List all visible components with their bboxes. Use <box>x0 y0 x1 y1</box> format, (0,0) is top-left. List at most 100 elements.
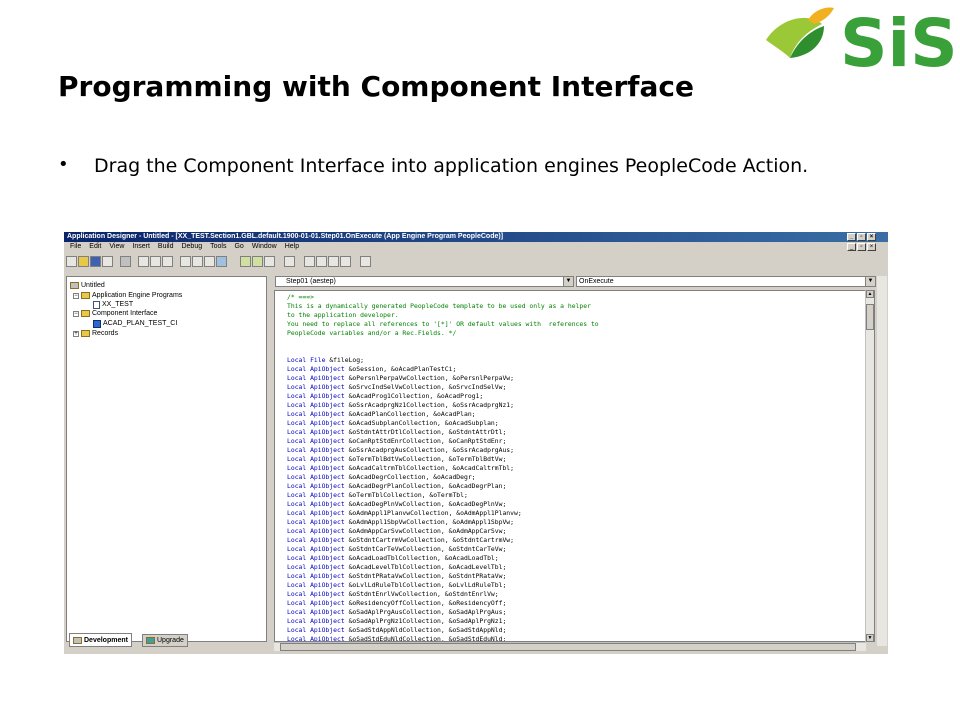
tree-item-acad-plan-test-ci[interactable]: ACAD_PLAN_TEST_CI <box>93 319 177 328</box>
tree-folder-ae-programs[interactable]: − Application Engine Programs <box>73 291 182 300</box>
code-decl-line: Local ApiObject &oSsrAcadprgNz1Collectio… <box>287 401 515 409</box>
code-decl-line: Local ApiObject &oSadAplPrgAusCollection… <box>287 608 507 616</box>
code-decl-line: Local ApiObject &oSadAplPrgNz1Collection… <box>287 617 507 625</box>
ae-program-icon <box>93 300 100 309</box>
scroll-thumb[interactable] <box>866 304 874 330</box>
scroll-up-icon[interactable]: ▲ <box>866 290 874 298</box>
menu-go[interactable]: Go <box>230 242 247 252</box>
code-decl-line: Local ApiObject &oAcadPlanCollection, &o… <box>287 410 476 418</box>
scroll-down-icon[interactable]: ▼ <box>866 634 874 642</box>
code-decl-line: Local ApiObject &oSadStdEduNldCollection… <box>287 635 507 642</box>
menu-edit[interactable]: Edit <box>85 242 105 252</box>
code-decl-line: Local ApiObject &oSession, &oAcadPlanTes… <box>287 365 457 373</box>
maximize-button[interactable]: ▫ <box>857 233 866 241</box>
editor-horizontal-scrollbar[interactable] <box>274 642 866 651</box>
event-select[interactable]: OnExecute ▼ <box>576 276 876 287</box>
collapse-icon[interactable]: − <box>73 292 79 299</box>
code-decl-line: Local ApiObject &oAcadDegPlnVwCollection… <box>287 500 507 508</box>
mdi-minimize-button[interactable]: _ <box>847 243 856 251</box>
lock-icon[interactable] <box>360 256 371 267</box>
step-icon-1[interactable] <box>304 256 315 267</box>
editor-vertical-scrollbar[interactable]: ▲ ▼ <box>865 290 874 642</box>
step-icon-3[interactable] <box>328 256 339 267</box>
menu-view[interactable]: View <box>105 242 128 252</box>
development-tab-icon <box>73 636 82 644</box>
validate-all-icon[interactable] <box>252 256 263 267</box>
tree-root[interactable]: Untitled <box>70 281 105 290</box>
new-icon[interactable] <box>66 256 77 267</box>
print-icon[interactable] <box>120 256 131 267</box>
tree-item-xx-test[interactable]: XX_TEST <box>93 300 133 309</box>
window-title: Application Designer - Untitled - [XX_TE… <box>67 233 504 240</box>
paste-icon[interactable] <box>162 256 173 267</box>
mdi-restore-button[interactable]: ▫ <box>857 243 866 251</box>
component-interface-icon <box>93 319 101 328</box>
sis-logo: SiS <box>766 5 958 76</box>
code-decl-line: Local ApiObject &oSrvcIndSelVwCollection… <box>287 383 507 391</box>
upgrade-tab-icon <box>146 637 155 644</box>
folder-icon <box>81 310 90 317</box>
code-decl-line: Local ApiObject &oLvlLdRuleTblCollection… <box>287 581 507 589</box>
menu-tools[interactable]: Tools <box>206 242 230 252</box>
tab-development[interactable]: Development <box>69 633 132 647</box>
project-workspace: Untitled − Application Engine Programs X… <box>66 276 267 642</box>
code-decl-line: Local ApiObject &oStdntCarTeVwCollection… <box>287 545 507 553</box>
peoplecode-editor[interactable]: /* ===> This is a dynamically generated … <box>274 290 875 642</box>
code-decl-line: Local ApiObject &oAdmAppl1PlanvwCollecti… <box>287 509 522 517</box>
code-comment-line: PeopleCode variables and/or a Rec.Fields… <box>287 329 457 337</box>
minimize-button[interactable]: _ <box>847 233 856 241</box>
step-select[interactable]: Step01 (aestep) ▼ <box>275 276 574 287</box>
copy-icon[interactable] <box>150 256 161 267</box>
window-vertical-scrollbar[interactable] <box>877 276 887 646</box>
code-decl-line: Local ApiObject &oAdmAppl1SbpVwCollectio… <box>287 518 515 526</box>
step-icon-4[interactable] <box>340 256 351 267</box>
insert-icon[interactable] <box>284 256 295 267</box>
slide-title: Programming with Component Interface <box>58 70 694 103</box>
menu-debug[interactable]: Debug <box>177 242 206 252</box>
open-icon[interactable] <box>78 256 89 267</box>
project-icon[interactable] <box>204 256 215 267</box>
step-icon-2[interactable] <box>316 256 327 267</box>
properties-icon[interactable] <box>192 256 203 267</box>
close-button[interactable]: × <box>867 233 876 241</box>
chevron-down-icon[interactable]: ▼ <box>865 277 875 286</box>
app-designer-window: Application Designer - Untitled - [XX_TE… <box>64 232 888 654</box>
code-decl-line: Local ApiObject &oAcadSubplanCollection,… <box>287 419 499 427</box>
find-icon[interactable] <box>180 256 191 267</box>
expand-icon[interactable]: + <box>73 330 79 337</box>
code-decl-line: Local ApiObject &oStdntEnrlVwCollection,… <box>287 590 499 598</box>
tree-folder-records[interactable]: + Records <box>73 329 118 338</box>
collapse-icon[interactable]: − <box>73 310 79 317</box>
workspace-tabs: Development Upgrade <box>66 633 267 647</box>
menu-build[interactable]: Build <box>154 242 178 252</box>
chevron-down-icon[interactable]: ▼ <box>563 277 573 286</box>
menu-bar: File Edit View Insert Build Debug Tools … <box>64 242 888 252</box>
mdi-close-button[interactable]: × <box>867 243 876 251</box>
code-decl-line: Local ApiObject &oAcadLevelTblCollection… <box>287 563 507 571</box>
menu-help[interactable]: Help <box>281 242 303 252</box>
cut-icon[interactable] <box>138 256 149 267</box>
code-comment-line: /* ===> <box>287 293 314 301</box>
save-icon[interactable] <box>90 256 101 267</box>
menu-window[interactable]: Window <box>248 242 281 252</box>
toolbar <box>64 253 888 271</box>
folder-icon <box>81 330 90 337</box>
code-decl-line: Local ApiObject &oSadStdAppNldCollection… <box>287 626 507 634</box>
window-titlebar[interactable]: Application Designer - Untitled - [XX_TE… <box>64 232 888 242</box>
project-icon <box>70 282 79 289</box>
tree-folder-component-interface[interactable]: − Component Interface <box>73 309 157 318</box>
code-text[interactable]: /* ===> This is a dynamically generated … <box>287 293 599 642</box>
save-all-icon[interactable] <box>102 256 113 267</box>
workspace-icon[interactable] <box>216 256 227 267</box>
menu-insert[interactable]: Insert <box>128 242 154 252</box>
code-comment-line: You need to replace all references to '[… <box>287 320 599 328</box>
check-icon[interactable] <box>264 256 275 267</box>
code-decl-line: Local ApiObject &oAcadCaltrmTblCollectio… <box>287 464 515 472</box>
menu-file[interactable]: File <box>66 242 85 252</box>
validate-icon[interactable] <box>240 256 251 267</box>
code-decl-line: Local ApiObject &oTermTblCollection, &oT… <box>287 491 468 499</box>
scroll-thumb[interactable] <box>280 643 856 651</box>
code-decl-line: Local ApiObject &oTermTblBdtVwCollection… <box>287 455 507 463</box>
code-decl-line: Local ApiObject &oCanRptStdEnrCollection… <box>287 437 507 445</box>
tab-upgrade[interactable]: Upgrade <box>142 634 188 647</box>
